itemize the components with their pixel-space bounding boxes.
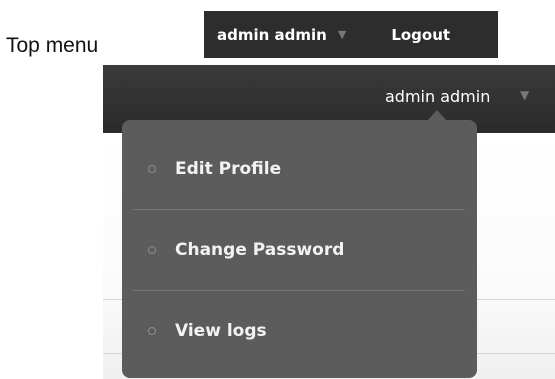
menu-item-change-password[interactable]: Change Password	[122, 210, 477, 290]
menu-item-label: Edit Profile	[175, 159, 282, 179]
circle-bullet-icon	[148, 327, 156, 335]
caret-down-icon[interactable]: ▼	[338, 28, 346, 41]
caret-down-icon[interactable]: ▼	[520, 88, 529, 102]
top-menu-bar-preview: admin admin ▼ Logout	[204, 11, 498, 58]
menu-item-label: View logs	[175, 321, 267, 341]
menu-item-label: Change Password	[175, 240, 345, 260]
user-menu-toggle[interactable]: admin admin	[385, 87, 490, 106]
user-menu-toggle[interactable]: admin admin	[217, 26, 327, 44]
logout-link[interactable]: Logout	[391, 26, 450, 44]
caption-top-menu: Top menu	[6, 34, 99, 57]
circle-bullet-icon	[148, 165, 156, 173]
menu-item-edit-profile[interactable]: Edit Profile	[122, 129, 477, 209]
user-dropdown-menu: Edit Profile Change Password View logs	[122, 120, 477, 378]
circle-bullet-icon	[148, 246, 156, 254]
menu-item-view-logs[interactable]: View logs	[122, 291, 477, 371]
